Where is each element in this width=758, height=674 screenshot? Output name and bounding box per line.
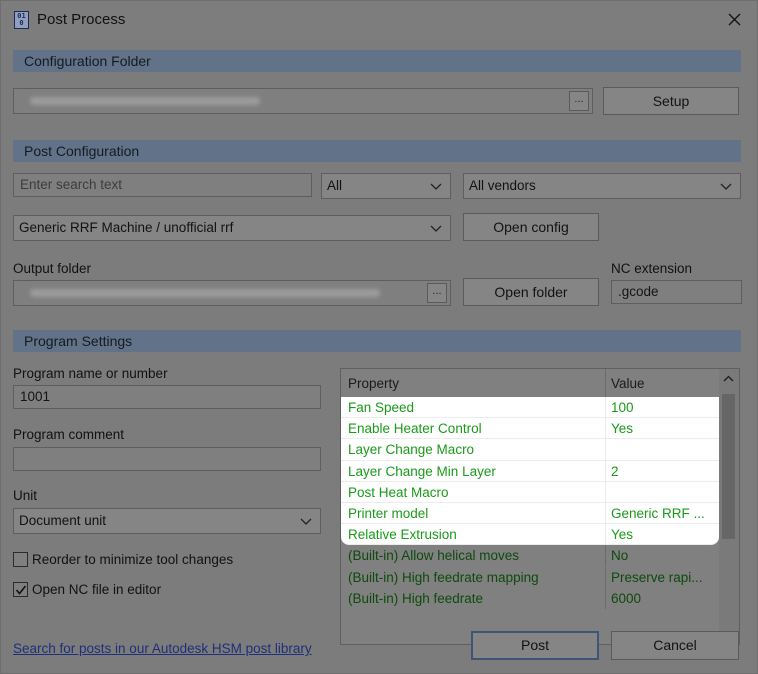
vendor-dropdown[interactable]: All vendors [463,173,741,199]
chevron-down-icon [430,225,442,232]
property-row[interactable]: Enable Heater Control Yes [341,418,719,440]
property-row[interactable]: (Built-in) High feedrate 6000 [341,587,719,609]
property-name: Enable Heater Control [348,421,482,437]
property-row[interactable]: (Built-in) Allow helical moves No [341,545,719,567]
window-title: Post Process [37,11,126,28]
properties-grid[interactable]: Property Value Fan Speed 100 Enable Heate… [340,368,740,645]
property-value: 2 [611,463,619,479]
property-row[interactable]: Fan Speed 100 [341,397,719,419]
property-value: 100 [611,400,634,415]
post-library-link[interactable]: Search for posts in our Autodesk HSM pos… [13,641,312,656]
property-name: Layer Change Macro [348,442,475,458]
property-value: Generic RRF ... [611,505,705,521]
property-name: Post Heat Macro [348,484,449,500]
property-row[interactable]: Layer Change Min Layer 2 [341,460,719,482]
section-configuration-folder: Configuration Folder [13,50,741,72]
property-name: (Built-in) High feedrate mapping [348,569,539,585]
post-process-dialog: 01 0 Post Process Configuration Folder ..… [0,0,758,674]
property-row[interactable]: Post Heat Macro [341,481,719,503]
unit-label: Unit [13,488,38,503]
close-button[interactable] [713,1,757,39]
output-folder-label: Output folder [13,261,92,276]
property-value: No [611,548,629,564]
column-header-property[interactable]: Property [348,376,399,391]
capability-dropdown[interactable]: All [321,173,451,199]
chevron-down-icon [430,183,442,190]
nc-extension-input[interactable]: .gcode [611,280,742,304]
property-value: Yes [611,527,634,543]
property-name: Printer model [348,505,429,521]
program-comment-label: Program comment [13,427,125,442]
checkmark-icon [15,585,27,595]
property-name: (Built-in) High feedrate [348,590,484,606]
chevron-down-icon [300,518,312,525]
open-nc-checkbox[interactable] [13,582,28,597]
property-name: Layer Change Min Layer [348,463,496,479]
program-name-label: Program name or number [13,366,168,381]
chevron-down-icon [720,183,732,190]
section-post-configuration: Post Configuration [13,140,741,162]
post-machine-dropdown[interactable]: Generic RRF Machine / unofficial rrf [13,215,451,241]
property-value: 6000 [611,590,642,606]
app-icon: 01 0 [14,11,29,29]
post-button[interactable]: Post [471,631,599,660]
properties-rows: Fan Speed 100 Enable Heater Control Yes La… [341,397,719,609]
close-icon [728,13,741,26]
property-row[interactable]: Layer Change Macro [341,439,719,461]
cancel-button[interactable]: Cancel [611,631,739,660]
scroll-up-icon[interactable] [723,375,734,382]
program-name-input[interactable]: 1001 [13,385,321,409]
output-folder-browse-button[interactable]: ... [427,283,447,303]
dialog-body: Configuration Folder ... Setup Post Conf… [1,39,757,673]
property-name: Fan Speed [348,400,415,415]
reorder-label[interactable]: Reorder to minimize tool changes [32,552,233,567]
title-bar: 01 0 Post Process [1,1,757,39]
property-name: (Built-in) Allow helical moves [348,548,520,564]
setup-button[interactable]: Setup [603,87,739,115]
reorder-checkbox[interactable] [13,552,28,567]
blurred-path [30,289,380,297]
section-program-settings: Program Settings [13,330,741,352]
properties-scrollbar[interactable] [719,369,739,644]
open-nc-label[interactable]: Open NC file in editor [32,582,161,597]
output-folder-path[interactable] [13,280,451,306]
property-name: Relative Extrusion [348,527,457,543]
nc-extension-label: NC extension [611,261,693,276]
property-value: Yes [611,421,634,437]
open-folder-button[interactable]: Open folder [463,278,599,306]
properties-grid-header: Property Value [341,369,719,397]
post-search-input[interactable]: Enter search text [13,173,312,197]
property-row[interactable]: Printer model Generic RRF ... [341,502,719,525]
open-config-button[interactable]: Open config [463,213,599,241]
configuration-folder-path[interactable] [13,88,593,114]
column-divider[interactable] [605,369,606,397]
program-comment-input[interactable] [13,447,321,471]
unit-dropdown[interactable]: Document unit [13,508,321,534]
property-value: Preserve rapi... [611,569,703,585]
property-row[interactable]: Relative Extrusion Yes [341,524,719,546]
config-folder-browse-button[interactable]: ... [569,91,589,111]
property-row[interactable]: (Built-in) High feedrate mapping Preserve… [341,566,719,588]
blurred-path [30,97,260,105]
column-header-value[interactable]: Value [611,376,645,391]
scrollbar-thumb[interactable] [722,394,735,539]
